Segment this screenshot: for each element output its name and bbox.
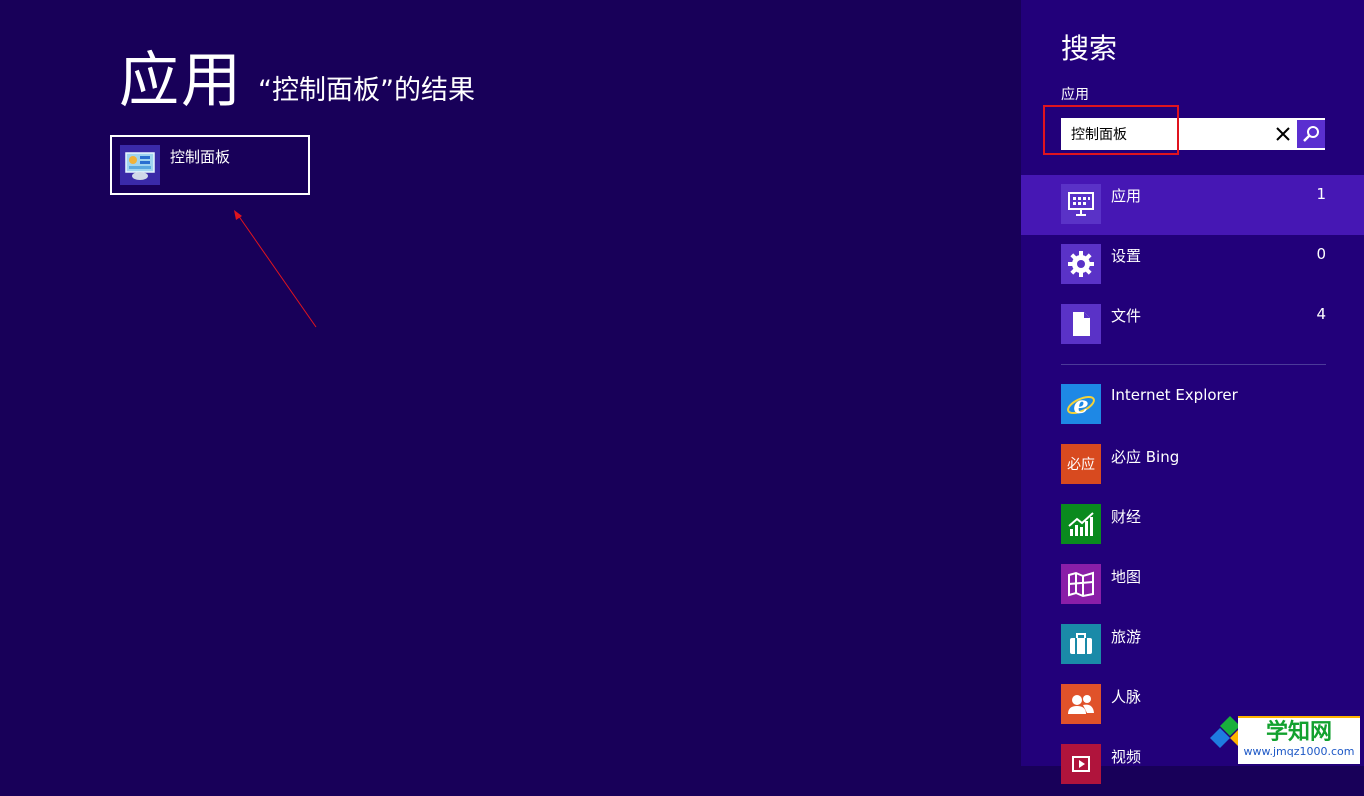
watermark-box: 学知网 www.jmqz1000.com — [1238, 716, 1360, 764]
app-bing[interactable]: 必应 必应 Bing — [1021, 436, 1364, 496]
finance-icon — [1061, 504, 1101, 544]
results-subtitle: “控制面板”的结果 — [258, 75, 475, 106]
scope-label: 文件 — [1111, 307, 1142, 325]
app-finance[interactable]: 财经 — [1021, 496, 1364, 556]
search-icon — [1303, 126, 1319, 142]
app-label: Internet Explorer — [1111, 386, 1238, 404]
watermark: 学知网 www.jmqz1000.com — [1210, 712, 1360, 764]
app-label: 必应 Bing — [1111, 448, 1180, 466]
result-label: 控制面板 — [170, 148, 231, 166]
search-pane: 搜索 应用 应用 1 — [1021, 0, 1364, 784]
map-icon — [1061, 564, 1101, 604]
video-icon — [1061, 744, 1101, 784]
app-label: 人脉 — [1111, 688, 1142, 706]
scope-count: 0 — [1316, 245, 1326, 263]
scope-files[interactable]: 文件 4 — [1021, 295, 1364, 355]
app-label: 财经 — [1111, 508, 1142, 526]
scope-settings[interactable]: 设置 0 — [1021, 235, 1364, 295]
scope-label: 应用 — [1111, 187, 1142, 205]
scope-count: 1 — [1316, 185, 1326, 203]
close-icon — [1276, 127, 1290, 141]
app-label: 旅游 — [1111, 628, 1142, 646]
search-pane-title: 搜索 — [1061, 32, 1118, 65]
app-label: 视频 — [1111, 748, 1142, 766]
file-icon — [1061, 304, 1101, 344]
people-icon — [1061, 684, 1101, 724]
search-submit-button[interactable] — [1297, 120, 1325, 148]
result-control-panel[interactable]: 控制面板 — [110, 135, 310, 195]
page-title: 应用 — [119, 46, 243, 116]
gear-icon — [1061, 244, 1101, 284]
app-travel[interactable]: 旅游 — [1021, 616, 1364, 676]
internet-explorer-icon: e — [1061, 384, 1101, 424]
apps-icon — [1061, 184, 1101, 224]
svg-text:e: e — [1073, 390, 1088, 419]
bing-icon: 必应 — [1061, 444, 1101, 484]
divider — [1061, 364, 1326, 365]
app-label: 地图 — [1111, 568, 1142, 586]
scope-label: 设置 — [1111, 247, 1142, 265]
watermark-title: 学知网 — [1265, 720, 1332, 745]
clear-search-button[interactable] — [1269, 118, 1297, 150]
search-scope-label: 应用 — [1061, 87, 1089, 103]
watermark-url: www.jmqz1000.com — [1243, 745, 1355, 758]
travel-icon — [1061, 624, 1101, 664]
scope-apps[interactable]: 应用 1 — [1021, 175, 1364, 235]
app-maps[interactable]: 地图 — [1021, 556, 1364, 616]
control-panel-icon — [120, 145, 160, 185]
scope-count: 4 — [1316, 305, 1326, 323]
app-internet-explorer[interactable]: e Internet Explorer — [1021, 376, 1364, 436]
search-input[interactable] — [1061, 118, 1267, 150]
search-box — [1061, 118, 1325, 150]
